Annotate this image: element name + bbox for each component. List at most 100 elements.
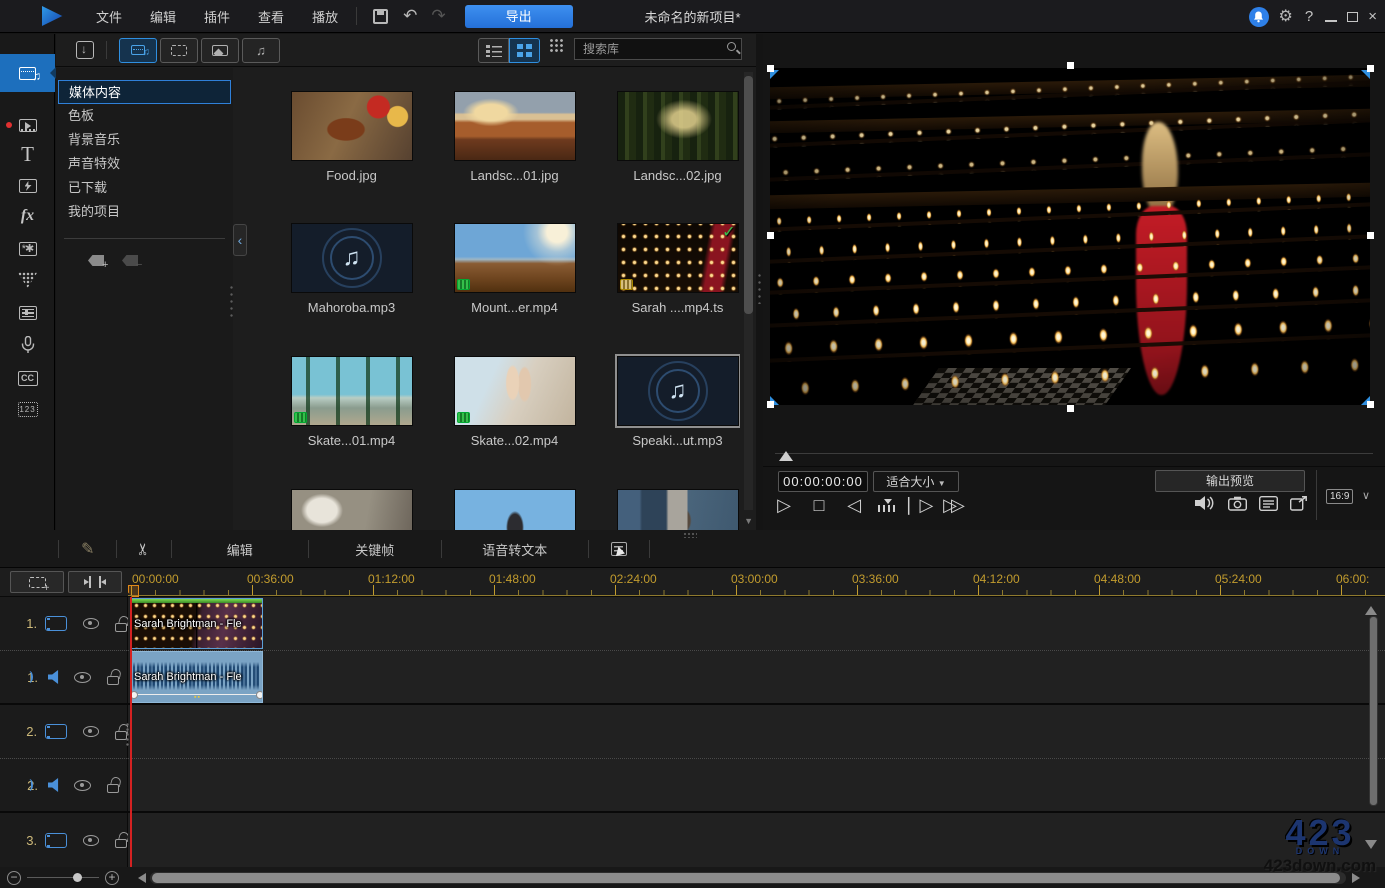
play-button[interactable]: ▷ bbox=[773, 495, 795, 516]
volume-icon[interactable] bbox=[1195, 495, 1216, 511]
add-tag-icon[interactable]: + bbox=[88, 255, 104, 266]
library-scrollbar-thumb[interactable] bbox=[744, 76, 753, 314]
precision-edit-button[interactable] bbox=[68, 571, 122, 593]
media-thumbnail[interactable]: ✓ bbox=[617, 223, 739, 293]
horizontal-scrollbar-thumb[interactable] bbox=[152, 873, 1340, 883]
media-item[interactable]: Skate...02.mp4 bbox=[433, 356, 596, 448]
zoom-out-button[interactable]: − bbox=[7, 871, 21, 885]
selection-handle[interactable] bbox=[767, 401, 774, 408]
media-thumbnail[interactable] bbox=[291, 91, 413, 161]
scroll-right-icon[interactable] bbox=[1352, 873, 1365, 883]
filter-audio-button[interactable]: ♫ bbox=[242, 38, 280, 63]
track-visibility-eye-icon[interactable] bbox=[83, 726, 100, 737]
minimize-button[interactable] bbox=[1325, 20, 1337, 22]
scroll-left-icon[interactable] bbox=[133, 873, 146, 883]
track-splitter-grip[interactable] bbox=[126, 722, 129, 748]
sidebar-item-chapters[interactable]: 123 bbox=[0, 393, 55, 425]
scroll-down-icon[interactable]: ▼ bbox=[744, 516, 753, 526]
track-lane[interactable]: Sarah Brightman - Fle ▪▪ bbox=[128, 651, 1385, 703]
help-icon[interactable]: ? bbox=[1303, 8, 1315, 25]
media-thumbnail[interactable] bbox=[617, 489, 739, 530]
sidebar-item-effects[interactable]: fx bbox=[0, 200, 55, 232]
track-lock-icon[interactable] bbox=[115, 839, 127, 848]
track-select-icon[interactable] bbox=[611, 542, 627, 556]
previous-frame-button[interactable]: ◁ bbox=[843, 495, 865, 516]
track-visibility-eye-icon[interactable] bbox=[83, 835, 100, 846]
aspect-ratio-dropdown-icon[interactable]: ∨ bbox=[1362, 489, 1370, 502]
video-clip[interactable]: Sarah Brightman - Fle bbox=[131, 598, 263, 649]
sidebar-item-overlay[interactable] bbox=[0, 109, 55, 141]
sidebar-item-particle-spray[interactable] bbox=[0, 264, 55, 296]
media-thumbnail[interactable] bbox=[454, 223, 576, 293]
settings-gear-icon[interactable]: ⚙ bbox=[1279, 9, 1293, 25]
undo-icon[interactable]: ↶ bbox=[403, 6, 417, 26]
track-lane[interactable] bbox=[128, 705, 1385, 758]
list-view-button[interactable] bbox=[478, 38, 509, 63]
media-thumbnail[interactable]: ♫ bbox=[291, 223, 413, 293]
selection-handle[interactable] bbox=[1367, 401, 1374, 408]
preview-video[interactable] bbox=[770, 68, 1370, 405]
playhead-line[interactable] bbox=[130, 597, 132, 867]
sidebar-item-titles[interactable]: T bbox=[0, 138, 55, 170]
volume-handle[interactable] bbox=[131, 691, 138, 699]
seek-bar[interactable] bbox=[775, 453, 1373, 454]
import-media-icon[interactable] bbox=[76, 41, 94, 59]
selection-handle[interactable] bbox=[1067, 405, 1074, 412]
category-media-content[interactable]: 媒体内容 bbox=[58, 80, 231, 104]
track-lane[interactable]: Sarah Brightman - Fle bbox=[128, 597, 1385, 650]
media-thumbnail[interactable] bbox=[291, 489, 413, 530]
panel-splitter-grip[interactable] bbox=[230, 284, 233, 320]
search-input[interactable] bbox=[574, 38, 742, 60]
category-color-boards[interactable]: 色板 bbox=[56, 104, 233, 128]
horizontal-scrollbar[interactable] bbox=[150, 872, 1346, 884]
panel-splitter[interactable] bbox=[756, 34, 763, 530]
media-thumbnail[interactable]: ♫ bbox=[617, 356, 739, 426]
selection-handle[interactable] bbox=[1067, 62, 1074, 69]
media-item[interactable] bbox=[596, 489, 740, 530]
tracks-scroll-up-icon[interactable] bbox=[1365, 600, 1377, 615]
media-thumbnail[interactable] bbox=[454, 489, 576, 530]
fit-size-dropdown[interactable]: 适合大小 ▼ bbox=[873, 471, 959, 492]
media-thumbnail[interactable] bbox=[291, 356, 413, 426]
design-tools-pen-icon[interactable]: ✎ bbox=[81, 539, 94, 559]
track-visibility-eye-icon[interactable] bbox=[74, 672, 91, 683]
media-item[interactable]: ♫ Mahoroba.mp3 bbox=[270, 223, 433, 315]
track-manager-button[interactable] bbox=[10, 571, 64, 593]
track-lane[interactable] bbox=[128, 759, 1385, 811]
zoom-slider-handle[interactable] bbox=[73, 873, 82, 882]
timecode-display[interactable]: 00:00:00:00 bbox=[778, 471, 868, 492]
filter-photo-button[interactable] bbox=[201, 38, 239, 63]
save-icon[interactable] bbox=[373, 9, 388, 24]
track-lane[interactable] bbox=[128, 813, 1385, 867]
zoom-in-button[interactable]: + bbox=[105, 871, 119, 885]
track-visibility-eye-icon[interactable] bbox=[83, 618, 100, 629]
track-lock-icon[interactable] bbox=[107, 676, 119, 685]
timeline-ruler[interactable]: 00:00:00 00:36:00 01:12:00 01:48:00 02:2… bbox=[128, 568, 1385, 597]
snapshot-camera-icon[interactable] bbox=[1228, 496, 1247, 511]
menu-edit[interactable]: 编辑 bbox=[140, 1, 186, 32]
stop-button[interactable]: □ bbox=[808, 495, 830, 516]
render-preview-icon[interactable] bbox=[878, 499, 895, 512]
edit-tool-button[interactable]: 编辑 bbox=[172, 540, 308, 559]
media-item[interactable]: ✓ Sarah ....mp4.ts bbox=[596, 223, 740, 315]
media-thumbnail[interactable] bbox=[454, 356, 576, 426]
filter-all-media-button[interactable]: ♫ bbox=[119, 38, 157, 63]
sidebar-item-particles[interactable]: *✱ bbox=[0, 233, 55, 265]
selection-handle[interactable] bbox=[1367, 232, 1374, 239]
sort-options-icon[interactable] bbox=[549, 38, 563, 53]
category-background-music[interactable]: 背景音乐 bbox=[56, 128, 233, 152]
sidebar-item-mixer[interactable] bbox=[0, 297, 55, 329]
tracks-scroll-down-icon[interactable] bbox=[1365, 840, 1377, 855]
menu-view[interactable]: 查看 bbox=[248, 1, 294, 32]
close-button[interactable]: × bbox=[1368, 8, 1377, 25]
media-item[interactable]: Skate...01.mp4 bbox=[270, 356, 433, 448]
filter-video-button[interactable] bbox=[160, 38, 198, 63]
tracks-scrollbar-thumb[interactable] bbox=[1369, 616, 1378, 806]
menu-plugins[interactable]: 插件 bbox=[194, 1, 240, 32]
seek-handle[interactable] bbox=[779, 444, 793, 461]
notification-bell-icon[interactable] bbox=[1249, 7, 1269, 27]
volume-handle[interactable] bbox=[256, 691, 263, 699]
selection-handle[interactable] bbox=[767, 232, 774, 239]
menu-file[interactable]: 文件 bbox=[86, 1, 132, 32]
media-item[interactable]: ♫ Speaki...ut.mp3 bbox=[596, 356, 740, 448]
